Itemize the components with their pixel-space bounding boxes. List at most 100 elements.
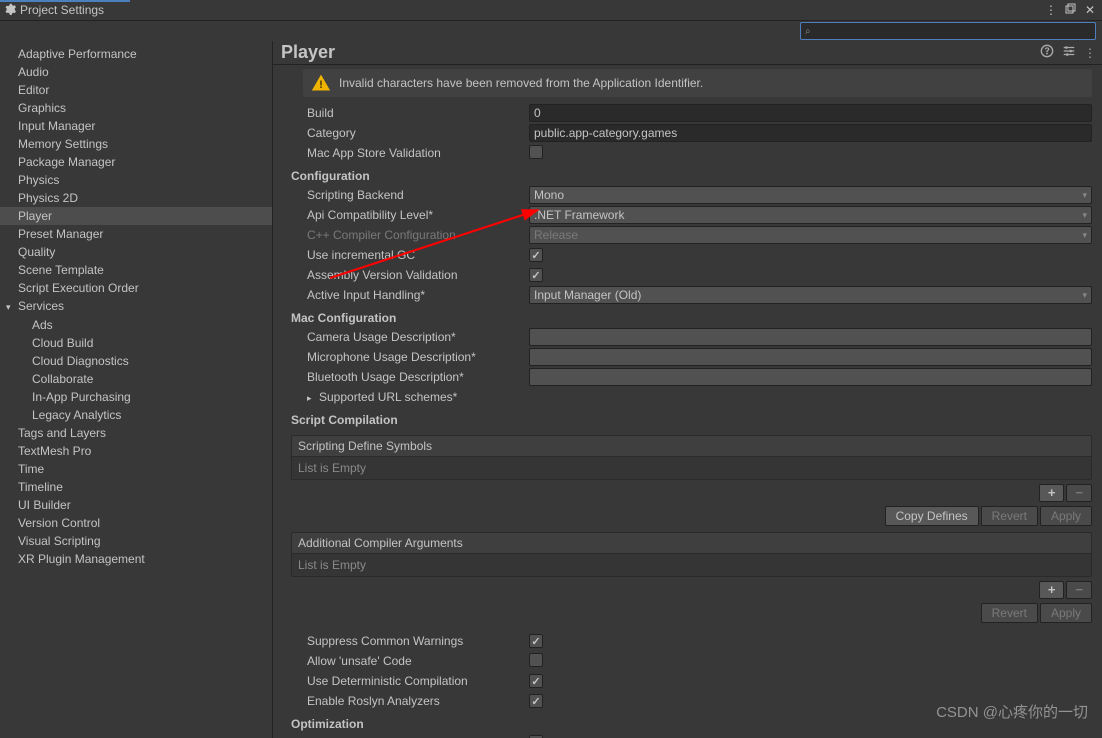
sidebar-item-audio[interactable]: Audio [0, 63, 272, 81]
section-optimization: Optimization [291, 711, 1092, 733]
sidebar: Adaptive PerformanceAudioEditorGraphicsI… [0, 41, 273, 738]
sidebar-item-xr-plugin-management[interactable]: XR Plugin Management [0, 550, 272, 568]
sidebar-item-timeline[interactable]: Timeline [0, 478, 272, 496]
assembly-validation-checkbox[interactable] [529, 268, 543, 282]
sidebar-item-scene-template[interactable]: Scene Template [0, 261, 272, 279]
content-header: Player ⋮ [273, 41, 1102, 65]
sidebar-item-cloud-build[interactable]: Cloud Build [0, 334, 272, 352]
url-schemes-foldout[interactable]: Supported URL schemes* [291, 390, 529, 404]
sidebar-item-textmesh-pro[interactable]: TextMesh Pro [0, 442, 272, 460]
apply-defines-button: Apply [1040, 506, 1092, 526]
sidebar-item-physics-2d[interactable]: Physics 2D [0, 189, 272, 207]
sidebar-item-services[interactable]: Services [0, 297, 272, 316]
bluetooth-usage-label: Bluetooth Usage Description* [291, 370, 529, 384]
search-bar: ⌕ [0, 21, 1102, 41]
sidebar-item-cloud-diagnostics[interactable]: Cloud Diagnostics [0, 352, 272, 370]
search-box[interactable]: ⌕ [800, 22, 1096, 40]
sidebar-item-script-execution-order[interactable]: Script Execution Order [0, 279, 272, 297]
section-script-compilation: Script Compilation [291, 407, 1092, 429]
bluetooth-usage-input[interactable] [529, 368, 1092, 386]
sidebar-item-editor[interactable]: Editor [0, 81, 272, 99]
close-icon[interactable]: ✕ [1082, 3, 1098, 17]
revert-defines-button: Revert [981, 506, 1038, 526]
input-handling-label: Active Input Handling* [291, 288, 529, 302]
mic-usage-input[interactable] [529, 348, 1092, 366]
sidebar-item-graphics[interactable]: Graphics [0, 99, 272, 117]
camera-usage-label: Camera Usage Description* [291, 330, 529, 344]
deterministic-label: Use Deterministic Compilation [291, 674, 529, 688]
section-mac-config: Mac Configuration [291, 305, 1092, 327]
sidebar-item-time[interactable]: Time [0, 460, 272, 478]
api-compat-label: Api Compatibility Level* [291, 208, 529, 222]
sidebar-item-adaptive-performance[interactable]: Adaptive Performance [0, 45, 272, 63]
sidebar-item-version-control[interactable]: Version Control [0, 514, 272, 532]
window-title: Project Settings [20, 3, 104, 17]
sidebar-item-collaborate[interactable]: Collaborate [0, 370, 272, 388]
options-icon[interactable]: ⋮ [1042, 3, 1058, 17]
scripting-backend-dropdown[interactable]: Mono▾ [529, 186, 1092, 204]
warning-icon [311, 73, 331, 93]
assembly-validation-label: Assembly Version Validation [291, 268, 529, 282]
sidebar-item-quality[interactable]: Quality [0, 243, 272, 261]
chevron-down-icon: ▾ [1082, 210, 1087, 221]
titlebar: Project Settings ⋮ ✕ [0, 0, 1102, 21]
presets-icon[interactable] [1062, 44, 1076, 61]
apply-args-button: Apply [1040, 603, 1092, 623]
sidebar-item-input-manager[interactable]: Input Manager [0, 117, 272, 135]
warning-text: Invalid characters have been removed fro… [339, 76, 703, 90]
build-input[interactable] [529, 104, 1092, 122]
sidebar-item-preset-manager[interactable]: Preset Manager [0, 225, 272, 243]
copy-defines-button[interactable]: Copy Defines [885, 506, 979, 526]
search-input[interactable] [813, 25, 1091, 37]
section-configuration: Configuration [291, 163, 1092, 185]
menu-icon[interactable]: ⋮ [1084, 46, 1094, 60]
help-icon[interactable] [1040, 44, 1054, 61]
roslyn-label: Enable Roslyn Analyzers [291, 694, 529, 708]
sidebar-item-memory-settings[interactable]: Memory Settings [0, 135, 272, 153]
sidebar-item-visual-scripting[interactable]: Visual Scripting [0, 532, 272, 550]
tab-active-indicator [0, 0, 130, 2]
sidebar-item-physics[interactable]: Physics [0, 171, 272, 189]
macappstore-checkbox[interactable] [529, 145, 543, 159]
sidebar-item-in-app-purchasing[interactable]: In-App Purchasing [0, 388, 272, 406]
sidebar-item-legacy-analytics[interactable]: Legacy Analytics [0, 406, 272, 424]
api-compat-dropdown[interactable]: .NET Framework▾ [529, 206, 1092, 224]
sidebar-item-package-manager[interactable]: Package Manager [0, 153, 272, 171]
remove-arg-button[interactable]: − [1066, 581, 1092, 599]
camera-usage-input[interactable] [529, 328, 1092, 346]
content-panel: Player ⋮ Invalid characters have been re… [273, 41, 1102, 738]
add-define-button[interactable]: + [1039, 484, 1065, 502]
chevron-down-icon: ▾ [1082, 230, 1087, 241]
mic-usage-label: Microphone Usage Description* [291, 350, 529, 364]
scripting-defines-header: Scripting Define Symbols [291, 435, 1092, 457]
incremental-gc-checkbox[interactable] [529, 248, 543, 262]
category-label: Category [291, 126, 529, 140]
sidebar-item-player[interactable]: Player [0, 207, 272, 225]
sidebar-item-ui-builder[interactable]: UI Builder [0, 496, 272, 514]
additional-args-body: List is Empty [291, 554, 1092, 577]
scripting-defines-body: List is Empty [291, 457, 1092, 480]
suppress-warnings-checkbox[interactable] [529, 634, 543, 648]
allow-unsafe-checkbox[interactable] [529, 653, 543, 667]
prebake-checkbox[interactable] [529, 735, 543, 738]
add-arg-button[interactable]: + [1039, 581, 1065, 599]
category-input[interactable] [529, 124, 1092, 142]
sidebar-item-ads[interactable]: Ads [0, 316, 272, 334]
macappstore-label: Mac App Store Validation [291, 146, 529, 160]
gear-icon [4, 3, 16, 18]
input-handling-dropdown[interactable]: Input Manager (Old)▾ [529, 286, 1092, 304]
chevron-down-icon: ▾ [1082, 290, 1087, 301]
remove-define-button[interactable]: − [1066, 484, 1092, 502]
content-scroll[interactable]: Invalid characters have been removed fro… [273, 65, 1102, 738]
allow-unsafe-label: Allow 'unsafe' Code [291, 654, 529, 668]
warning-box: Invalid characters have been removed fro… [303, 69, 1092, 97]
cpp-config-label: C++ Compiler Configuration [291, 228, 529, 242]
deterministic-checkbox[interactable] [529, 674, 543, 688]
roslyn-checkbox[interactable] [529, 694, 543, 708]
incremental-gc-label: Use incremental GC [291, 248, 529, 262]
page-title: Player [281, 42, 1032, 63]
undock-icon[interactable] [1062, 3, 1078, 17]
sidebar-item-tags-and-layers[interactable]: Tags and Layers [0, 424, 272, 442]
additional-args-header: Additional Compiler Arguments [291, 532, 1092, 554]
chevron-down-icon: ▾ [1082, 190, 1087, 201]
